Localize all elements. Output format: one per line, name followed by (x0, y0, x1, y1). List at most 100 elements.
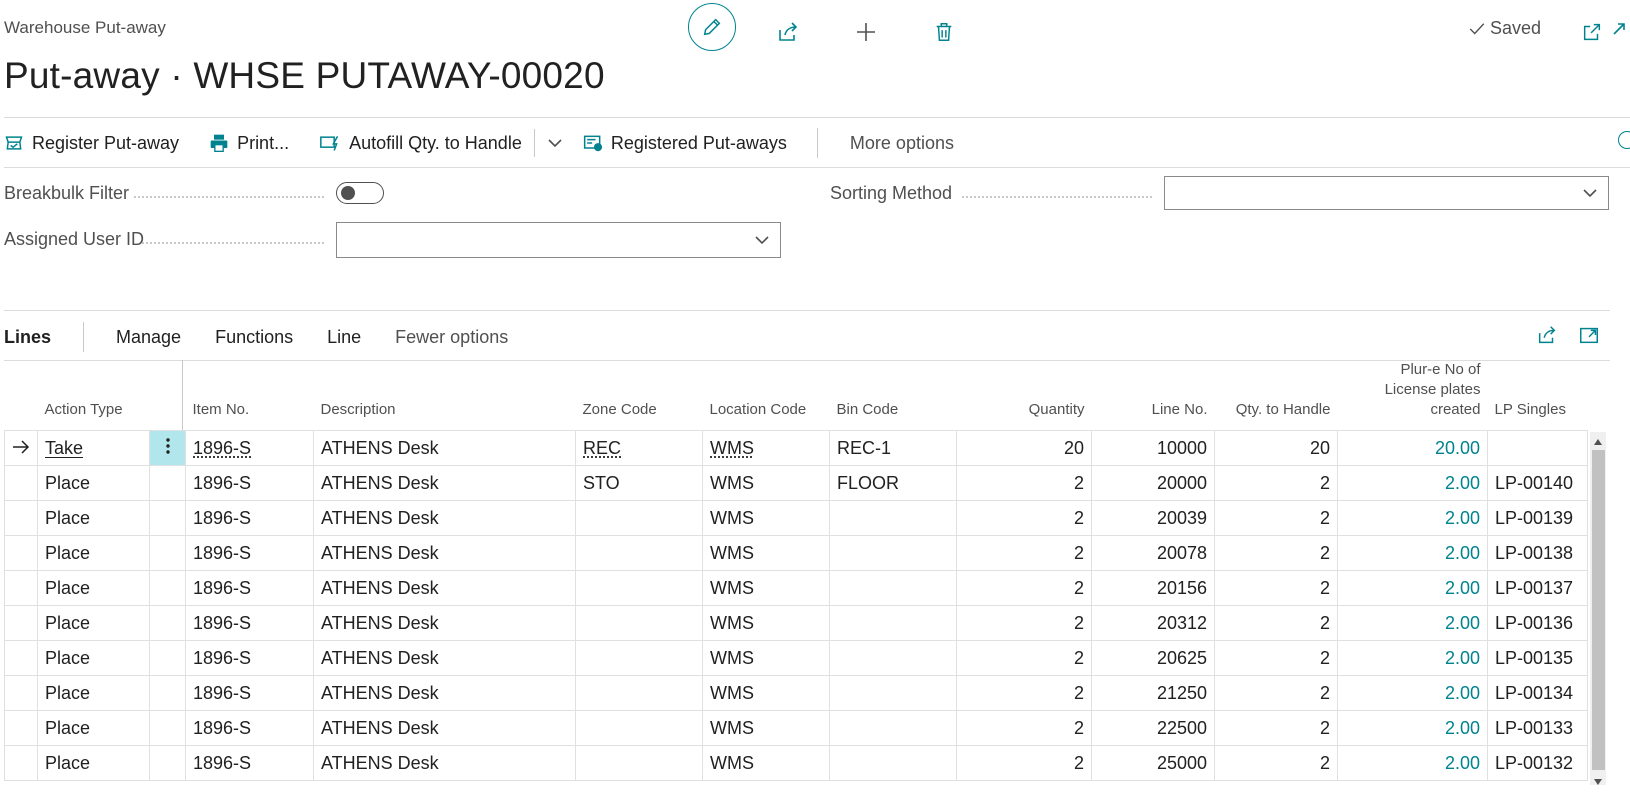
row-menu-button[interactable] (149, 570, 186, 606)
item-no-cell[interactable]: 1896-S (185, 535, 314, 571)
line-no-cell[interactable]: 25000 (1091, 745, 1215, 781)
breakbulk-filter-toggle[interactable] (336, 182, 384, 204)
plure-cell[interactable]: 2.00 (1337, 535, 1488, 571)
bin-code-cell[interactable] (829, 570, 957, 606)
bin-code-cell[interactable] (829, 500, 957, 536)
column-header-item-no[interactable]: Item No. (186, 360, 314, 431)
zone-code-cell[interactable] (575, 640, 703, 676)
zone-code-cell[interactable] (575, 710, 703, 746)
zone-code-cell[interactable] (575, 570, 703, 606)
line-no-cell[interactable]: 20312 (1091, 605, 1215, 641)
lp-singles-cell[interactable]: LP-00132 (1487, 745, 1588, 781)
lp-singles-cell[interactable]: LP-00134 (1487, 675, 1588, 711)
quantity-cell[interactable]: 2 (956, 465, 1092, 501)
row-menu-button[interactable] (149, 500, 186, 536)
row-selector[interactable] (4, 535, 38, 571)
description-cell[interactable]: ATHENS Desk (313, 640, 576, 676)
item-no-cell[interactable]: 1896-S (185, 500, 314, 536)
row-menu-button[interactable] (149, 745, 186, 781)
lp-singles-cell[interactable]: LP-00136 (1487, 605, 1588, 641)
bin-code-cell[interactable]: FLOOR (829, 465, 957, 501)
zone-code-cell[interactable] (575, 745, 703, 781)
column-header-location-code[interactable]: Location Code (703, 360, 830, 431)
column-header-lp-singles[interactable]: LP Singles (1488, 360, 1588, 431)
bin-code-cell[interactable]: REC-1 (829, 430, 957, 466)
zone-code-cell[interactable]: STO (575, 465, 703, 501)
line-no-cell[interactable]: 20078 (1091, 535, 1215, 571)
line-no-cell[interactable]: 22500 (1091, 710, 1215, 746)
plure-cell[interactable]: 2.00 (1337, 710, 1488, 746)
bin-code-cell[interactable] (829, 605, 957, 641)
quantity-cell[interactable]: 2 (956, 605, 1092, 641)
lp-singles-cell[interactable]: LP-00137 (1487, 570, 1588, 606)
plure-cell[interactable]: 2.00 (1337, 500, 1488, 536)
registered-putaways-button[interactable]: Registered Put-aways (583, 133, 787, 154)
location-code-cell[interactable]: WMS (702, 675, 830, 711)
qty-to-handle-cell[interactable]: 2 (1214, 745, 1338, 781)
row-selector[interactable] (4, 430, 38, 466)
quantity-cell[interactable]: 2 (956, 570, 1092, 606)
location-code-cell[interactable]: WMS (702, 570, 830, 606)
qty-to-handle-cell[interactable]: 2 (1214, 500, 1338, 536)
lines-expand-button[interactable] (1578, 324, 1600, 351)
zone-code-cell[interactable]: REC (575, 430, 703, 466)
qty-to-handle-cell[interactable]: 2 (1214, 640, 1338, 676)
line-no-cell[interactable]: 20625 (1091, 640, 1215, 676)
bin-code-cell[interactable] (829, 535, 957, 571)
autofill-qty-button[interactable]: Autofill Qty. to Handle (319, 133, 522, 154)
row-menu-button[interactable] (149, 710, 186, 746)
item-no-cell[interactable]: 1896-S (185, 465, 314, 501)
table-row[interactable]: Place 1896-S ATHENS Desk WMS 2 20312 2 2… (4, 605, 1588, 641)
lp-singles-cell[interactable] (1487, 430, 1588, 466)
scroll-down-arrow[interactable] (1592, 774, 1604, 792)
row-selector[interactable] (4, 465, 38, 501)
row-menu-button[interactable] (149, 430, 186, 466)
line-no-cell[interactable]: 20039 (1091, 500, 1215, 536)
plure-cell[interactable]: 2.00 (1337, 570, 1488, 606)
zone-code-cell[interactable] (575, 605, 703, 641)
bin-code-cell[interactable] (829, 675, 957, 711)
lp-singles-cell[interactable]: LP-00138 (1487, 535, 1588, 571)
table-row[interactable]: Place 1896-S ATHENS Desk WMS 2 21250 2 2… (4, 675, 1588, 711)
table-row[interactable]: Place 1896-S ATHENS Desk WMS 2 25000 2 2… (4, 745, 1588, 781)
column-header-bin-code[interactable]: Bin Code (830, 360, 957, 431)
table-row[interactable]: Place 1896-S ATHENS Desk STO WMS FLOOR 2… (4, 465, 1588, 501)
register-putaway-button[interactable]: Register Put-away (4, 133, 179, 154)
zone-code-cell[interactable] (575, 675, 703, 711)
zone-code-cell[interactable] (575, 535, 703, 571)
action-type-cell[interactable]: Place (37, 640, 150, 676)
quantity-cell[interactable]: 20 (956, 430, 1092, 466)
open-new-window-button[interactable] (1570, 10, 1614, 54)
location-code-cell[interactable]: WMS (702, 535, 830, 571)
column-header-plure-license-plates[interactable]: Plur-e No of License plates created (1338, 360, 1488, 431)
quantity-cell[interactable]: 2 (956, 500, 1092, 536)
edit-button[interactable] (688, 3, 736, 51)
more-actions-dropdown[interactable] (547, 135, 563, 151)
action-type-cell[interactable]: Place (37, 675, 150, 711)
location-code-cell[interactable]: WMS (702, 605, 830, 641)
row-selector[interactable] (4, 710, 38, 746)
table-row[interactable]: Place 1896-S ATHENS Desk WMS 2 20625 2 2… (4, 640, 1588, 676)
lp-singles-cell[interactable]: LP-00133 (1487, 710, 1588, 746)
plure-cell[interactable]: 2.00 (1337, 675, 1488, 711)
row-menu-button[interactable] (149, 675, 186, 711)
lines-menu-fewer-options[interactable]: Fewer options (395, 327, 508, 348)
description-cell[interactable]: ATHENS Desk (313, 605, 576, 641)
action-type-cell[interactable]: Take (37, 430, 150, 466)
action-type-cell[interactable]: Place (37, 710, 150, 746)
print-button[interactable]: Print... (209, 133, 289, 154)
table-row[interactable]: Place 1896-S ATHENS Desk WMS 2 20039 2 2… (4, 500, 1588, 536)
lines-menu-manage[interactable]: Manage (116, 327, 181, 348)
line-no-cell[interactable]: 20156 (1091, 570, 1215, 606)
new-button[interactable] (844, 10, 888, 54)
row-selector[interactable] (4, 605, 38, 641)
action-type-cell[interactable]: Place (37, 465, 150, 501)
row-selector[interactable] (4, 570, 38, 606)
description-cell[interactable]: ATHENS Desk (313, 675, 576, 711)
description-cell[interactable]: ATHENS Desk (313, 500, 576, 536)
more-options-button[interactable]: More options (850, 133, 954, 154)
quantity-cell[interactable]: 2 (956, 745, 1092, 781)
quantity-cell[interactable]: 2 (956, 710, 1092, 746)
row-selector[interactable] (4, 500, 38, 536)
action-type-cell[interactable]: Place (37, 745, 150, 781)
